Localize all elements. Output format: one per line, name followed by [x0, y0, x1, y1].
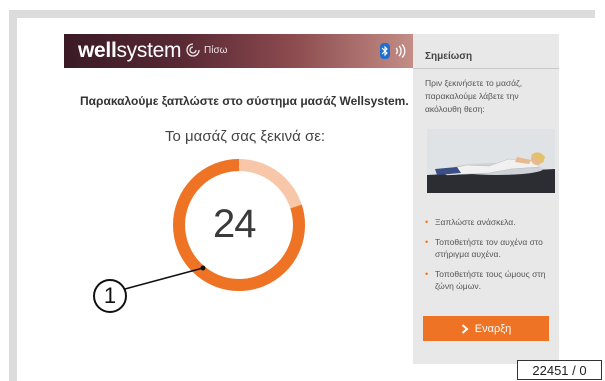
note-intro: Πριν ξεκινήσετε το μασάζ, παρακαλούμε λά…	[425, 78, 523, 114]
step-item: • Τοποθετήστε τον αυχένα στο στήριγμα αυχ…	[425, 237, 543, 259]
start-button[interactable]: Εναρξη	[423, 316, 549, 341]
step-item: • Τοποθετήστε τους ώμους στη ζώνη ώμων.	[425, 269, 546, 291]
figure-reference: 22451 / 0	[517, 360, 602, 380]
instruction-panel: Σημείωση Πριν ξεκινήσετε το μασάζ, παρακ…	[413, 34, 559, 364]
step-item: • Ξαπλώστε ανάσκελα.	[425, 217, 516, 227]
lying-position-photo	[427, 129, 555, 193]
position-steps-list: • Ξαπλώστε ανάσκελα. • Τοποθετήστε τον αυχ…	[425, 216, 559, 300]
start-label: Εναρξη	[474, 322, 512, 335]
panel-divider	[413, 68, 559, 69]
note-title: Σημείωση	[425, 51, 473, 62]
chevron-right-icon	[461, 323, 469, 334]
callout-number: 1	[93, 279, 127, 313]
